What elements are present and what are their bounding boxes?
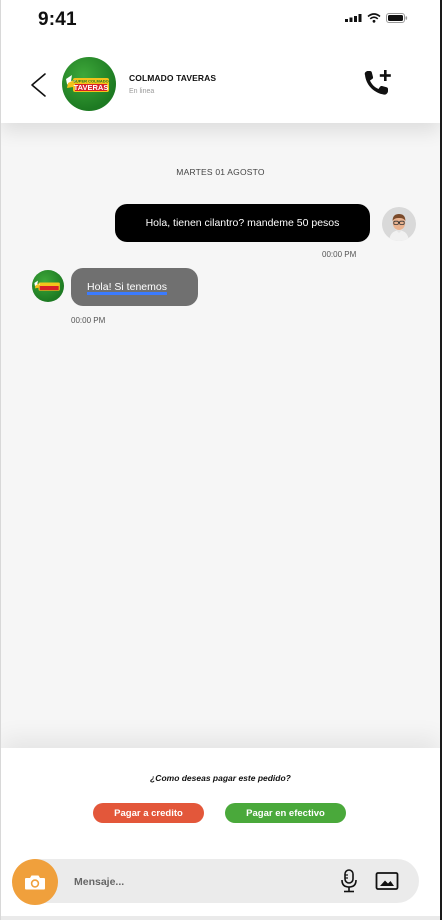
add-call-button[interactable]: [360, 67, 396, 99]
back-button[interactable]: [27, 70, 51, 100]
status-icons: [345, 13, 408, 23]
colmado-logo: SUPER COLMADO TAVERAS: [66, 75, 109, 92]
message-input[interactable]: [74, 873, 314, 891]
pay-credit-button[interactable]: Pagar a credito: [93, 803, 204, 823]
payment-question: ¿Como deseas pagar este pedido?: [150, 773, 291, 783]
signal-icon: [345, 14, 362, 22]
microphone-button[interactable]: [340, 869, 358, 893]
home-indicator: [1, 916, 440, 920]
colmado-logo-small: [34, 280, 60, 291]
camera-icon: [25, 875, 45, 890]
gallery-button[interactable]: [375, 870, 399, 892]
phone-add-icon: [364, 70, 391, 95]
logo-main-text: TAVERAS: [74, 83, 109, 92]
contact-avatar[interactable]: SUPER COLMADO TAVERAS: [62, 57, 116, 111]
status-time: 9:41: [38, 9, 77, 30]
message-time-outgoing: 00:00 PM: [322, 250, 357, 259]
pay-cash-button[interactable]: Pagar en efectivo: [225, 803, 346, 823]
date-separator: MARTES 01 AGOSTO: [176, 167, 265, 177]
message-text-incoming: Hola! Si tenemos: [87, 281, 167, 293]
user-avatar-image: [382, 207, 416, 241]
message-time-incoming: 00:00 PM: [71, 316, 106, 325]
image-icon: [375, 872, 399, 890]
message-bubble-outgoing[interactable]: Hola, tienen cilantro? mandeme 50 pesos: [115, 204, 370, 242]
message-bubble-incoming[interactable]: Hola! Si tenemos: [71, 268, 198, 306]
payment-panel: ¿Como deseas pagar este pedido? Pagar a …: [1, 748, 440, 920]
back-chevron-icon: [31, 73, 46, 97]
contact-name: COLMADO TAVERAS: [129, 73, 217, 83]
user-avatar: [382, 207, 416, 241]
wifi-icon: [367, 13, 381, 23]
contact-avatar-small: [32, 270, 64, 302]
camera-button[interactable]: [12, 859, 58, 905]
battery-icon: [386, 13, 408, 23]
chat-screen: 9:41 SUPER COLMADO TAVERAS COLMADO TAVER…: [0, 0, 442, 920]
microphone-icon: [341, 869, 357, 893]
chat-header: 9:41 SUPER COLMADO TAVERAS COLMADO TAVER…: [1, 0, 440, 123]
contact-status: En linea: [129, 88, 155, 95]
